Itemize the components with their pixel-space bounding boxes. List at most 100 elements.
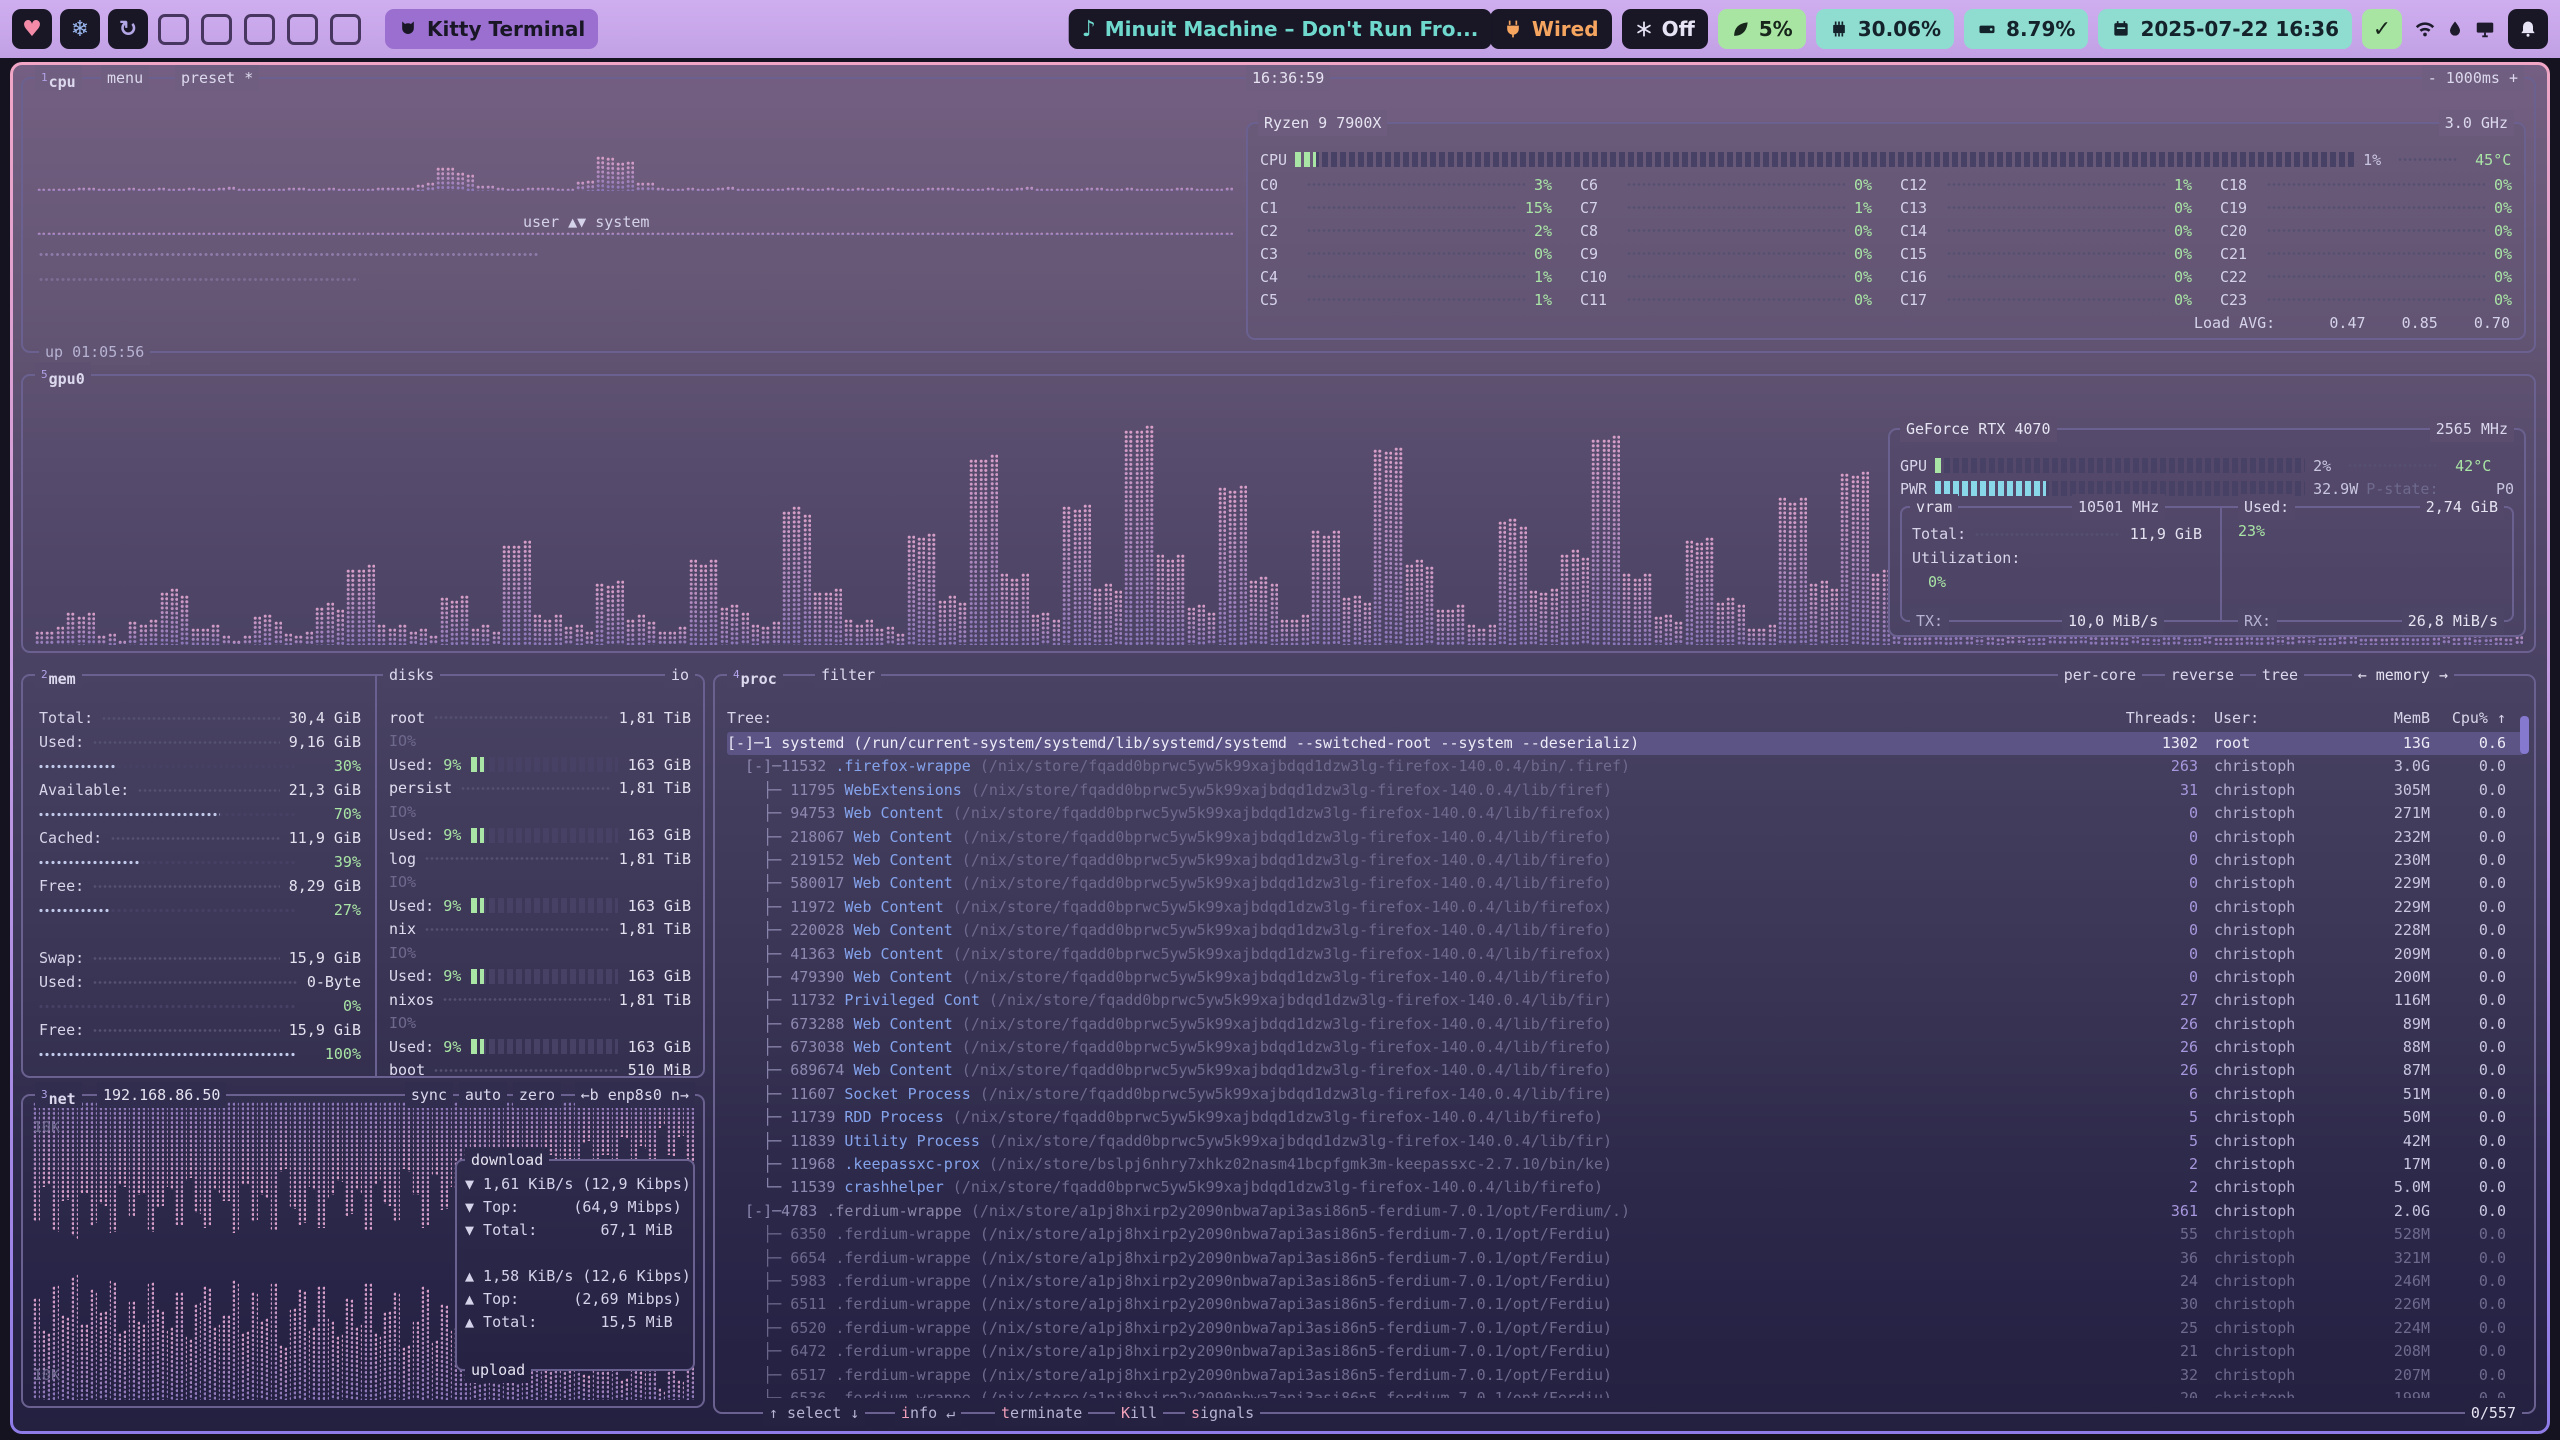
reload-button[interactable]: ↻ [108, 9, 148, 49]
disks-title[interactable]: disks [383, 662, 440, 688]
gpu-model-label: GeForce RTX 4070 [1900, 416, 2057, 442]
monitor-icon[interactable] [2474, 18, 2496, 40]
kill-control[interactable]: Kill [1115, 1400, 1163, 1426]
gpu-detail-panel: GeForce RTX 4070 2565 MHz GPU 2% 42°C PW… [1888, 428, 2526, 637]
process-row[interactable]: ├─ 220028 Web Content (/nix/store/fqadd0… [727, 919, 2524, 942]
favorites-button[interactable]: ♥ [12, 9, 52, 49]
process-row[interactable]: ├─ 689674 Web Content (/nix/store/fqadd0… [727, 1059, 2524, 1082]
proc-sort-selector[interactable]: ← memory → [2352, 662, 2454, 688]
process-row[interactable]: ├─ 673038 Web Content (/nix/store/fqadd0… [727, 1036, 2524, 1059]
menu-button[interactable]: menu [101, 65, 149, 91]
workspace-button[interactable] [287, 14, 318, 45]
upload-stat: ▲ 1,58 KiB/s (12,6 Kibps) [465, 1265, 685, 1288]
wifi-icon[interactable] [2414, 18, 2436, 40]
cpu-core-row: C170% [1900, 288, 2192, 311]
process-row[interactable]: ├─ 6517 .ferdium-wrappe (/nix/store/a1pj… [727, 1364, 2524, 1387]
mem-box-title[interactable]: 2mem [35, 662, 82, 688]
proc-filter-button[interactable]: filter [815, 662, 881, 688]
cpu-meter-label: CPU [1260, 151, 1287, 169]
disk-badge[interactable]: 8.79% [1964, 9, 2088, 49]
net-interface-switcher[interactable]: ←b enp8s0 n→ [575, 1082, 695, 1108]
process-row[interactable]: ├─ 6536 .ferdium-wrappe (/nix/store/a1pj… [727, 1387, 2524, 1398]
gpu-meter-fill [1935, 458, 1942, 473]
process-row[interactable]: ├─ 5983 .ferdium-wrappe (/nix/store/a1pj… [727, 1270, 2524, 1293]
system-tray [2412, 18, 2498, 40]
process-row[interactable]: ├─ 94753 Web Content (/nix/store/fqadd0b… [727, 802, 2524, 825]
disk-row: root1,81 TiB [389, 706, 691, 730]
download-stats: ▼ 1,61 KiB/s (12,9 Kibps)▼ Top: (64,9 Mi… [465, 1173, 685, 1242]
process-row[interactable]: ├─ 11739 RDD Process (/nix/store/fqadd0b… [727, 1106, 2524, 1129]
process-row[interactable]: └─ 11539 crashhelper (/nix/store/fqadd0b… [727, 1176, 2524, 1199]
nixos-button[interactable]: ❄ [60, 9, 100, 49]
preset-button[interactable]: preset * [175, 65, 259, 91]
cpu-badge[interactable]: 5% [1718, 9, 1806, 49]
process-row[interactable]: ├─ 6472 .ferdium-wrappe (/nix/store/a1pj… [727, 1340, 2524, 1363]
vram-box: vram 10501 MHz Used: 2,74 GiB Total: 11,… [1900, 506, 2514, 622]
process-row[interactable]: ├─ 479390 Web Content (/nix/store/fqadd0… [727, 966, 2524, 989]
net-sync-toggle[interactable]: sync [405, 1082, 453, 1108]
process-row[interactable]: [-]─1 systemd (/run/current-system/syste… [727, 732, 2524, 755]
header-cpu[interactable]: Cpu% ↑ [2430, 709, 2506, 727]
cpu-core-row: C121% [1900, 173, 2192, 196]
calendar-icon [2111, 19, 2131, 39]
process-row[interactable]: ├─ 6511 .ferdium-wrappe (/nix/store/a1pj… [727, 1293, 2524, 1316]
proc-scrollbar[interactable] [2520, 716, 2529, 754]
process-row[interactable]: ├─ 6520 .ferdium-wrappe (/nix/store/a1pj… [727, 1317, 2524, 1340]
music-widget[interactable]: ♪ Minuit Machine – Don't Run Fro... [1069, 9, 1492, 49]
workspace-button[interactable] [158, 14, 189, 45]
process-row[interactable]: [-]─11532 .firefox-wrappe (/nix/store/fq… [727, 755, 2524, 778]
signals-control[interactable]: signals [1185, 1400, 1260, 1426]
droplet-icon[interactable] [2445, 19, 2465, 39]
cpu-core-row: C200% [2220, 219, 2512, 242]
disk-io-row: IO% [389, 871, 691, 895]
proc-tree-toggle[interactable]: tree [2256, 662, 2304, 688]
gpu-box: 5gpu0 GeForce RTX 4070 2565 MHz GPU 2% 4… [21, 374, 2536, 653]
update-interval-control[interactable]: - 1000ms + [2422, 65, 2524, 91]
terminate-control[interactable]: terminate [995, 1400, 1088, 1426]
cpu-total-meter [1295, 152, 2355, 167]
process-row[interactable]: ├─ 11972 Web Content (/nix/store/fqadd0b… [727, 896, 2524, 919]
cpu-box-title[interactable]: 1cpu [35, 65, 82, 91]
mem-meter-row: 70% [39, 802, 361, 826]
disks-io-toggle[interactable]: io [665, 662, 695, 688]
process-row[interactable]: ├─ 6654 .ferdium-wrappe (/nix/store/a1pj… [727, 1247, 2524, 1270]
upload-stat: ▲ Top: (2,69 Mibps) [465, 1288, 685, 1311]
process-row[interactable]: ├─ 219152 Web Content (/nix/store/fqadd0… [727, 849, 2524, 872]
workspace-button[interactable] [201, 14, 232, 45]
net-stats-box: download upload ▼ 1,61 KiB/s (12,9 Kibps… [455, 1159, 695, 1371]
mem-meter-row: 27% [39, 898, 361, 922]
process-row[interactable]: ├─ 41363 Web Content (/nix/store/fqadd0b… [727, 943, 2524, 966]
process-row[interactable]: ├─ 11968 .keepassxc-prox (/nix/store/bsl… [727, 1153, 2524, 1176]
process-row[interactable]: [-]─4783 .ferdium-wrappe (/nix/store/a1p… [727, 1200, 2524, 1223]
net-scale-top: 10K [33, 1118, 60, 1136]
process-row[interactable]: ├─ 11839 Utility Process (/nix/store/fqa… [727, 1130, 2524, 1153]
process-row[interactable]: ├─ 11795 WebExtensions (/nix/store/fqadd… [727, 779, 2524, 802]
clock-badge[interactable]: 2025-07-22 16:36 [2098, 9, 2352, 49]
network-badge[interactable]: Wired [1490, 9, 1612, 49]
memory-badge[interactable]: 30.06% [1816, 9, 1954, 49]
workspace-button[interactable] [244, 14, 275, 45]
proc-reverse-toggle[interactable]: reverse [2165, 662, 2240, 688]
proc-box-title[interactable]: 4proc [727, 662, 783, 688]
notifications-badge[interactable] [2508, 9, 2548, 49]
proc-percore-toggle[interactable]: per-core [2058, 662, 2142, 688]
updates-ok-badge[interactable]: ✓ [2362, 9, 2402, 49]
process-row[interactable]: ├─ 11607 Socket Process (/nix/store/fqad… [727, 1083, 2524, 1106]
net-zero-toggle[interactable]: zero [513, 1082, 561, 1108]
process-row[interactable]: ├─ 218067 Web Content (/nix/store/fqadd0… [727, 826, 2524, 849]
gpu-box-title[interactable]: 5gpu0 [35, 362, 91, 388]
process-row[interactable]: ├─ 11732 Privileged Cont (/nix/store/fqa… [727, 989, 2524, 1012]
net-auto-toggle[interactable]: auto [459, 1082, 507, 1108]
active-window-badge[interactable]: Kitty Terminal [385, 9, 598, 49]
cpu-core-row: C130% [1900, 196, 2192, 219]
net-box-title[interactable]: 3net [35, 1082, 82, 1108]
idle-inhibitor-badge[interactable]: Off [1622, 9, 1708, 49]
cpu-user-graph [37, 119, 1233, 191]
process-row[interactable]: ├─ 673288 Web Content (/nix/store/fqadd0… [727, 1013, 2524, 1036]
select-control[interactable]: ↑ select ↓ [763, 1400, 865, 1426]
process-row[interactable]: ├─ 580017 Web Content (/nix/store/fqadd0… [727, 872, 2524, 895]
workspace-button[interactable] [330, 14, 361, 45]
cpu-core-row: C30% [1260, 242, 1552, 265]
info-control[interactable]: info ↵ [895, 1400, 961, 1426]
process-row[interactable]: ├─ 6350 .ferdium-wrappe (/nix/store/a1pj… [727, 1223, 2524, 1246]
